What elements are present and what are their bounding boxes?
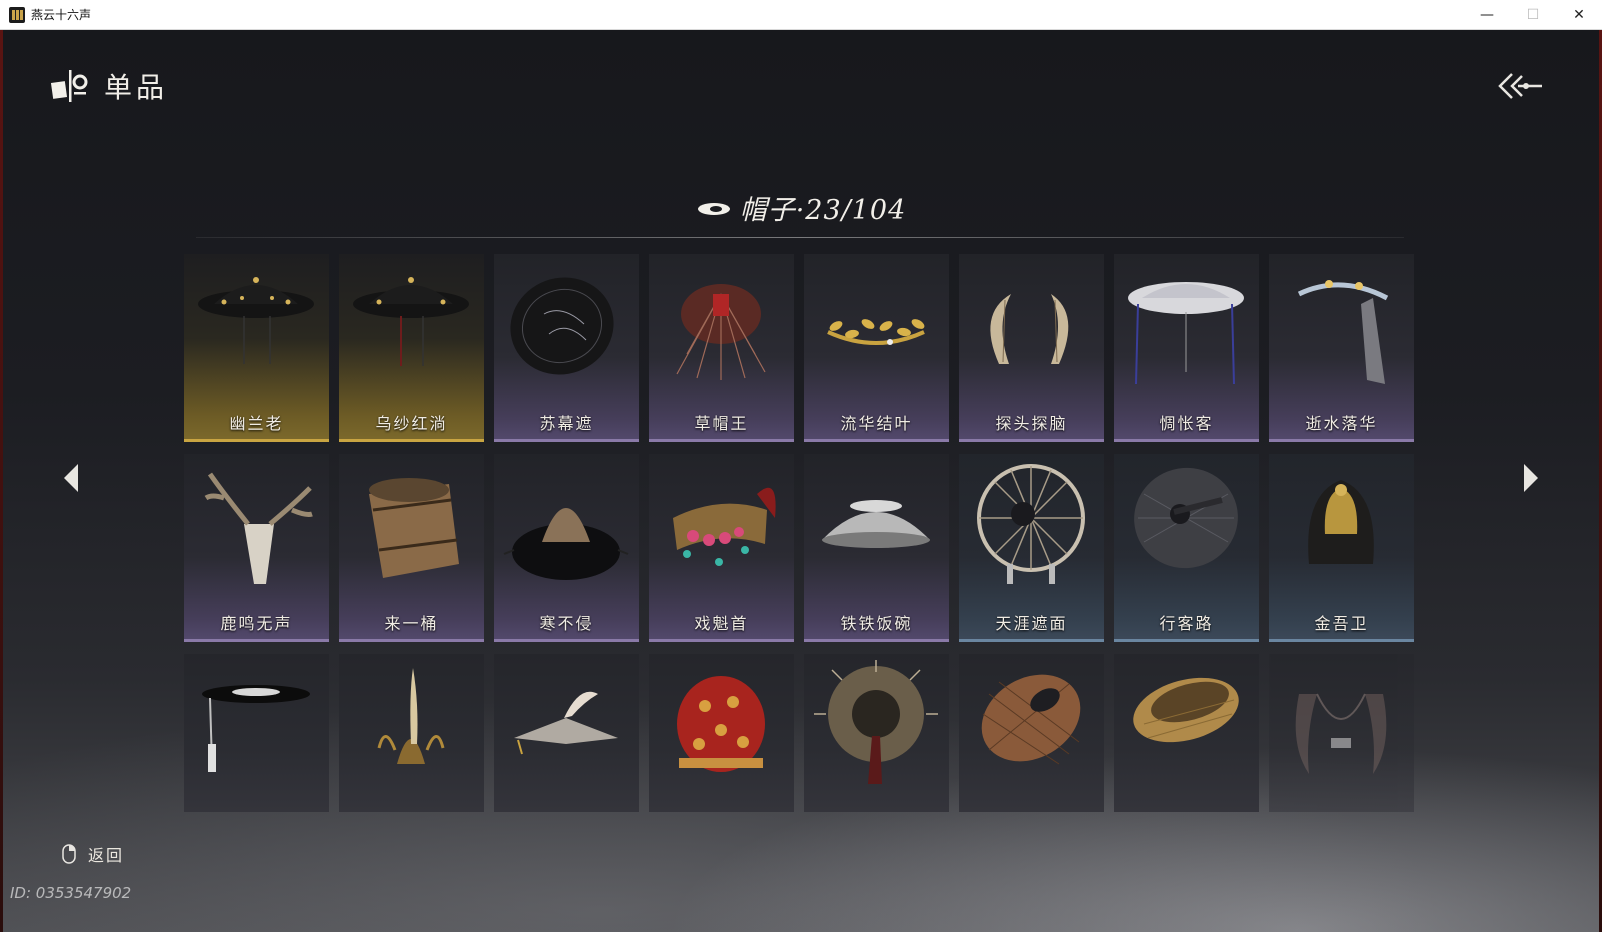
arrow-left-icon[interactable]: [60, 460, 80, 496]
return-button[interactable]: 返回: [62, 842, 124, 866]
item-art-opera-crown: [673, 487, 776, 566]
wardrobe-icon: [50, 70, 88, 102]
item-card[interactable]: [184, 654, 329, 812]
maximize-button[interactable]: ☐: [1510, 0, 1556, 30]
item-art-iron-bowl: [822, 500, 930, 548]
item-art-silver-headpiece: [1297, 280, 1389, 384]
item-card[interactable]: 寒不侵: [494, 454, 639, 642]
minimize-button[interactable]: —: [1464, 0, 1510, 30]
item-art-golden-leaf-crown: [827, 319, 925, 345]
item-card[interactable]: 幽兰老: [184, 254, 329, 442]
close-button[interactable]: ✕: [1556, 0, 1602, 30]
item-name: 惆怅客: [1159, 414, 1214, 433]
item-card[interactable]: 来一桶: [339, 454, 484, 642]
item-card[interactable]: 乌纱红淌: [339, 254, 484, 442]
item-art-white-veil-hat: [1128, 282, 1244, 385]
item-name: 铁铁饭碗: [840, 614, 913, 633]
item-name: 金吾卫: [1314, 614, 1369, 633]
item-art-black-bamboo-hat-red: [353, 277, 469, 366]
item-art-spiky-straw-hat: [814, 660, 938, 784]
item-name: 鹿鸣无声: [220, 614, 293, 633]
window-titlebar: 燕云十六声 — ☐ ✕: [0, 0, 1602, 30]
item-card[interactable]: 天涯遮面: [959, 454, 1104, 642]
item-card[interactable]: 鹿鸣无声: [184, 454, 329, 642]
item-art-woven-basket-hat: [981, 674, 1081, 765]
item-card[interactable]: [339, 654, 484, 812]
page-title: 单品: [104, 71, 169, 104]
item-art-winged-flat-hat: [514, 691, 618, 755]
app-icon: [9, 6, 25, 23]
return-label: 返回: [88, 846, 125, 865]
item-art-woven-bowl-hat: [1133, 677, 1239, 743]
item-name: 戏魁首: [694, 614, 749, 633]
item-name: 行客路: [1159, 614, 1214, 633]
item-art-wooden-bucket: [369, 478, 459, 578]
item-name: 流华结叶: [840, 414, 913, 433]
item-card[interactable]: 逝水落华: [1269, 254, 1414, 442]
game-viewport: 单品 帽子·23/104 幽兰老 乌纱红淌 苏幕遮 草帽王 流华结叶 探头探脑 惆怅客 逝水落…: [0, 30, 1602, 932]
window-controls: — ☐ ✕: [1464, 0, 1602, 30]
item-name: 寒不侵: [539, 614, 594, 633]
item-art-straw-fringe-hat: [676, 284, 766, 380]
item-card[interactable]: 惆怅客: [1114, 254, 1259, 442]
item-name: 乌纱红淌: [375, 414, 448, 433]
item-name: 逝水落华: [1305, 414, 1378, 433]
item-art-fur-hat: [503, 508, 629, 580]
back-arrow-icon[interactable]: [1496, 68, 1544, 104]
item-art-gold-helmet: [1308, 480, 1374, 564]
item-art-black-disc-hat: [202, 685, 310, 772]
item-card[interactable]: 苏幕遮: [494, 254, 639, 442]
item-card[interactable]: 草帽王: [649, 254, 794, 442]
item-art-red-round-cap: [677, 676, 765, 772]
category-label: 帽子·23/104: [739, 195, 907, 226]
item-card[interactable]: [959, 654, 1104, 812]
item-card[interactable]: [1114, 654, 1259, 812]
mouse-icon: [62, 844, 76, 864]
item-art-feather-antennae: [990, 294, 1069, 364]
item-art-fur-tail-headpiece: [1295, 693, 1387, 774]
item-card[interactable]: 铁铁饭碗: [804, 454, 949, 642]
category-header: 帽子·23/104: [0, 188, 1602, 227]
user-id: ID: 0353547902: [10, 884, 132, 902]
item-name: 探头探脑: [995, 414, 1068, 433]
item-art-dark-round-hat: [510, 277, 614, 375]
window-title: 燕云十六声: [31, 8, 92, 22]
item-name: 来一桶: [384, 614, 439, 633]
item-name: 苏幕遮: [539, 414, 594, 433]
item-card[interactable]: 行客路: [1114, 454, 1259, 642]
item-name: 幽兰老: [229, 414, 284, 433]
item-art-grey-wicker-hat: [1134, 467, 1238, 569]
item-art-deer-skull: [204, 472, 313, 584]
item-card[interactable]: 金吾卫: [1269, 454, 1414, 642]
item-art-golden-horned-crown: [377, 668, 445, 764]
item-art-wicker-screen: [977, 464, 1085, 584]
item-art-black-bamboo-hat: [198, 277, 314, 364]
item-card[interactable]: 探头探脑: [959, 254, 1104, 442]
arrow-right-icon[interactable]: [1522, 460, 1542, 496]
item-card[interactable]: 流华结叶: [804, 254, 949, 442]
item-name: 草帽王: [694, 414, 749, 433]
item-name: 天涯遮面: [995, 614, 1068, 633]
item-card[interactable]: [494, 654, 639, 812]
item-card[interactable]: [649, 654, 794, 812]
item-card[interactable]: [804, 654, 949, 812]
left-edge-decoration: [0, 30, 3, 932]
page-header: 单品: [50, 66, 168, 106]
item-card[interactable]: 戏魁首: [649, 454, 794, 642]
hat-icon: [697, 202, 730, 215]
category-divider: [196, 237, 1404, 238]
item-card[interactable]: [1269, 654, 1414, 812]
